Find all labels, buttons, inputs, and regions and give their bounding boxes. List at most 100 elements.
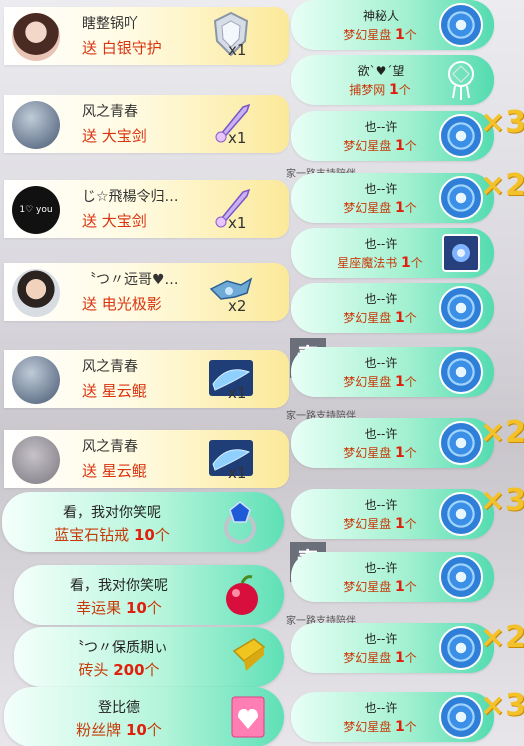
lucky-fruit-icon xyxy=(226,575,258,615)
gift-count: x2 xyxy=(228,297,247,315)
gift-name: 粉丝牌 xyxy=(76,721,122,739)
gift-name: 梦幻星盘 xyxy=(343,139,392,153)
star-disc-icon xyxy=(439,555,483,599)
gift-line: 梦幻星盘 1个 xyxy=(343,27,417,43)
gift-count: 1 xyxy=(395,27,405,43)
gift-name: 大宝剑 xyxy=(101,127,147,145)
sender-name: 也--许 xyxy=(364,632,398,646)
gift-count: x1 xyxy=(228,464,247,482)
avatar[interactable] xyxy=(12,436,60,484)
gift-name: 幸运果 xyxy=(76,599,122,617)
gift-name: 白银守护 xyxy=(101,39,162,57)
gift-line: 梦幻星盘 1个 xyxy=(343,445,417,461)
gift-line: 送 星云鲲 xyxy=(82,462,147,480)
gift-line: 梦幻星盘 1个 xyxy=(343,719,417,735)
star-disc-icon xyxy=(439,286,483,330)
gift-line: 梦幻星盘 1个 xyxy=(343,310,417,326)
avatar[interactable] xyxy=(12,356,60,404)
gift-count: 1 xyxy=(389,82,399,98)
gift-name: 梦幻星盘 xyxy=(343,375,392,389)
gift-notification-row: 〝つ〃保质期ぃ 砖头 200个 xyxy=(14,627,284,687)
gift-notification-row: 欲ˋ♥ˊ望 捕梦网 1个 xyxy=(291,55,494,105)
gift-name: 捕梦网 xyxy=(349,83,386,97)
gift-count: 1 xyxy=(401,255,411,271)
sender-name: 瞎整锅吖 xyxy=(82,16,138,32)
avatar[interactable]: 1♡ you xyxy=(12,186,60,234)
gift-count: 1 xyxy=(395,138,405,154)
sender-name: 〝つ〃远哥♥… xyxy=(82,272,179,288)
magic-book-icon xyxy=(442,234,480,272)
combo-multiplier: ×3 xyxy=(480,483,524,518)
gift-name: 梦幻星盘 xyxy=(343,28,392,42)
gift-name: 大宝剑 xyxy=(101,212,147,230)
gift-line: 送 大宝剑 xyxy=(82,212,147,230)
brick-icon xyxy=(232,638,266,671)
gift-count: 200 xyxy=(113,661,145,679)
sender-name: 也--许 xyxy=(364,561,398,575)
sender-name: 风之青春 xyxy=(82,359,138,375)
sapphire-ring-icon xyxy=(224,501,256,544)
gift-line: 送 电光极影 xyxy=(82,295,162,313)
gift-count: 1 xyxy=(395,516,405,532)
sender-name: 登比德 xyxy=(98,700,140,716)
gift-notification-row: 也--许 梦幻星盘 1个 xyxy=(291,111,494,161)
gift-line: 蓝宝石钻戒 10个 xyxy=(54,526,170,544)
gift-line: 星座魔法书 1个 xyxy=(337,255,423,271)
gift-count: x1 xyxy=(228,41,247,59)
gift-line: 梦幻星盘 1个 xyxy=(343,516,417,532)
star-disc-icon xyxy=(439,350,483,394)
gift-name: 星云鲲 xyxy=(101,382,147,400)
gift-notification-row: 1♡ you じ☆飛楊令归… 送 大宝剑 x1 xyxy=(4,180,289,238)
gift-notification-row: 〝つ〃远哥♥… 送 电光极影 x2 xyxy=(4,263,289,321)
gift-name: 梦幻星盘 xyxy=(343,201,392,215)
gift-name: 梦幻星盘 xyxy=(343,580,392,594)
sender-name: 风之青春 xyxy=(82,439,138,455)
gift-count: x1 xyxy=(228,384,247,402)
gift-name: 蓝宝石钻戒 xyxy=(54,526,130,544)
gift-line: 梦幻星盘 1个 xyxy=(343,374,417,390)
gift-name: 梦幻星盘 xyxy=(343,720,392,734)
gift-notification-row: 也--许 梦幻星盘 1个 xyxy=(291,347,494,397)
gift-count: 10 xyxy=(125,721,147,739)
gift-name: 梦幻星盘 xyxy=(343,517,392,531)
star-disc-icon xyxy=(439,3,483,47)
combo-multiplier: ×2 xyxy=(480,415,524,450)
avatar[interactable] xyxy=(12,269,60,317)
gift-notification-row: 也--许 梦幻星盘 1个 xyxy=(291,552,494,602)
gift-notification-row: 也--许 星座魔法书 1个 xyxy=(291,228,494,278)
star-disc-icon xyxy=(439,492,483,536)
avatar[interactable] xyxy=(12,101,60,149)
avatar[interactable] xyxy=(12,13,60,61)
gift-notification-row: 瞎整锅吖 送 白银守护 x1 xyxy=(4,7,289,65)
gift-notification-row: 登比德 粉丝牌 10个 xyxy=(4,687,284,746)
sender-name: じ☆飛楊令归… xyxy=(82,189,179,205)
sender-name: 也--许 xyxy=(364,292,398,306)
sender-name: 也--许 xyxy=(364,498,398,512)
combo-multiplier: ×2 xyxy=(480,620,524,655)
sender-name: 也--许 xyxy=(364,120,398,134)
gift-line: 送 星云鲲 xyxy=(82,382,147,400)
gift-notification-row: 也--许 梦幻星盘 1个 xyxy=(291,489,494,539)
sender-name: 也--许 xyxy=(364,182,398,196)
sender-name: 也--许 xyxy=(364,237,398,251)
combo-multiplier: ×3 xyxy=(480,688,524,723)
gift-notification-row: 也--许 梦幻星盘 1个 xyxy=(291,692,494,742)
gift-line: 幸运果 10个 xyxy=(76,599,162,617)
sender-name: 也--许 xyxy=(364,356,398,370)
fan-badge-icon xyxy=(231,696,265,738)
gift-count: 1 xyxy=(395,310,405,326)
gift-line: 梦幻星盘 1个 xyxy=(343,579,417,595)
sender-name: 神秘人 xyxy=(362,9,399,23)
gift-line: 送 白银守护 xyxy=(82,39,162,57)
gift-line: 梦幻星盘 1个 xyxy=(343,138,417,154)
sender-name: 风之青春 xyxy=(82,104,138,120)
gift-name: 星云鲲 xyxy=(101,462,147,480)
gift-line: 梦幻星盘 1个 xyxy=(343,200,417,216)
gift-name: 梦幻星盘 xyxy=(343,311,392,325)
gift-name: 星座魔法书 xyxy=(337,256,398,270)
gift-notification-row: 看，我对你笑呢 蓝宝石钻戒 10个 xyxy=(2,492,284,552)
sender-name: 也--许 xyxy=(364,427,398,441)
gift-notification-row: 风之青春 送 大宝剑 x1 xyxy=(4,95,289,153)
gift-count: 1 xyxy=(395,719,405,735)
star-disc-icon xyxy=(439,695,483,739)
